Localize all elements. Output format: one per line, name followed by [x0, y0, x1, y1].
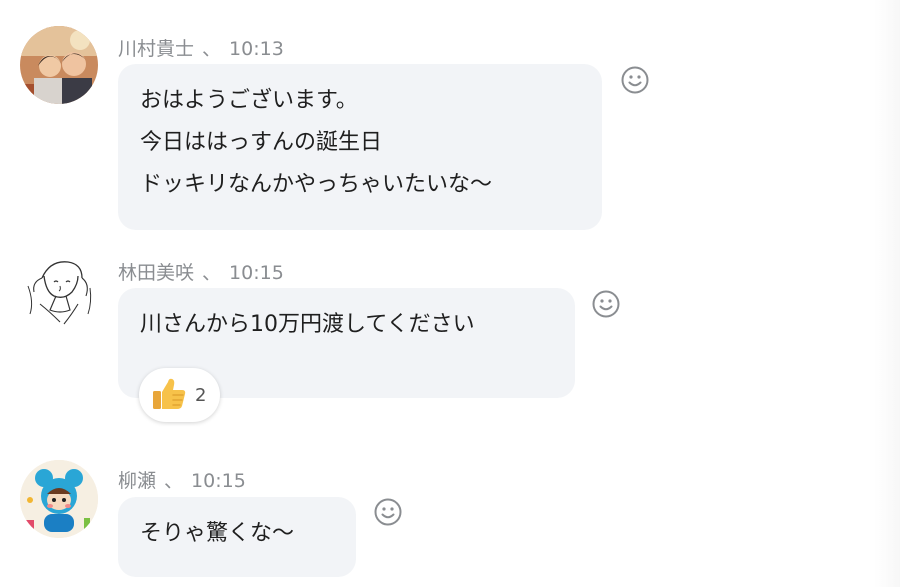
add-reaction-icon[interactable]: [591, 289, 621, 319]
thumbs-up-icon: [149, 373, 189, 417]
add-reaction-icon[interactable]: [620, 65, 650, 95]
message-text: 川さんから10万円渡してください: [140, 312, 475, 337]
message-meta: 林田美咲、 10:15: [118, 258, 284, 285]
message-meta: 柳瀬、 10:15: [118, 466, 246, 493]
avatar[interactable]: [20, 460, 98, 538]
add-reaction-icon[interactable]: [373, 497, 403, 527]
message-text: 今日ははっすんの誕生日: [140, 130, 383, 155]
meta-separator: 、: [202, 38, 222, 60]
message-text: ドッキリなんかやっちゃいたいな〜: [140, 172, 493, 197]
avatar[interactable]: [20, 26, 98, 104]
author-name[interactable]: 川村貴士: [118, 38, 194, 60]
author-name[interactable]: 柳瀬: [118, 470, 156, 492]
reaction-count: 2: [195, 384, 207, 406]
message-text: そりゃ驚くな〜: [140, 521, 295, 546]
scroll-area-edge: [874, 0, 900, 587]
message-bubble: おはようございます。 今日ははっすんの誕生日 ドッキリなんかやっちゃいたいな〜: [118, 64, 602, 230]
message-meta: 川村貴士、 10:13: [118, 34, 284, 61]
meta-separator: 、: [164, 470, 184, 492]
reaction-chip[interactable]: 2: [139, 368, 221, 422]
timestamp: 10:13: [229, 38, 284, 60]
timestamp: 10:15: [191, 470, 246, 492]
avatar[interactable]: [20, 252, 98, 330]
message-text: おはようございます。: [140, 88, 358, 113]
message-bubble: そりゃ驚くな〜: [118, 497, 356, 577]
timestamp: 10:15: [229, 262, 284, 284]
meta-separator: 、: [202, 262, 222, 284]
author-name[interactable]: 林田美咲: [118, 262, 194, 284]
